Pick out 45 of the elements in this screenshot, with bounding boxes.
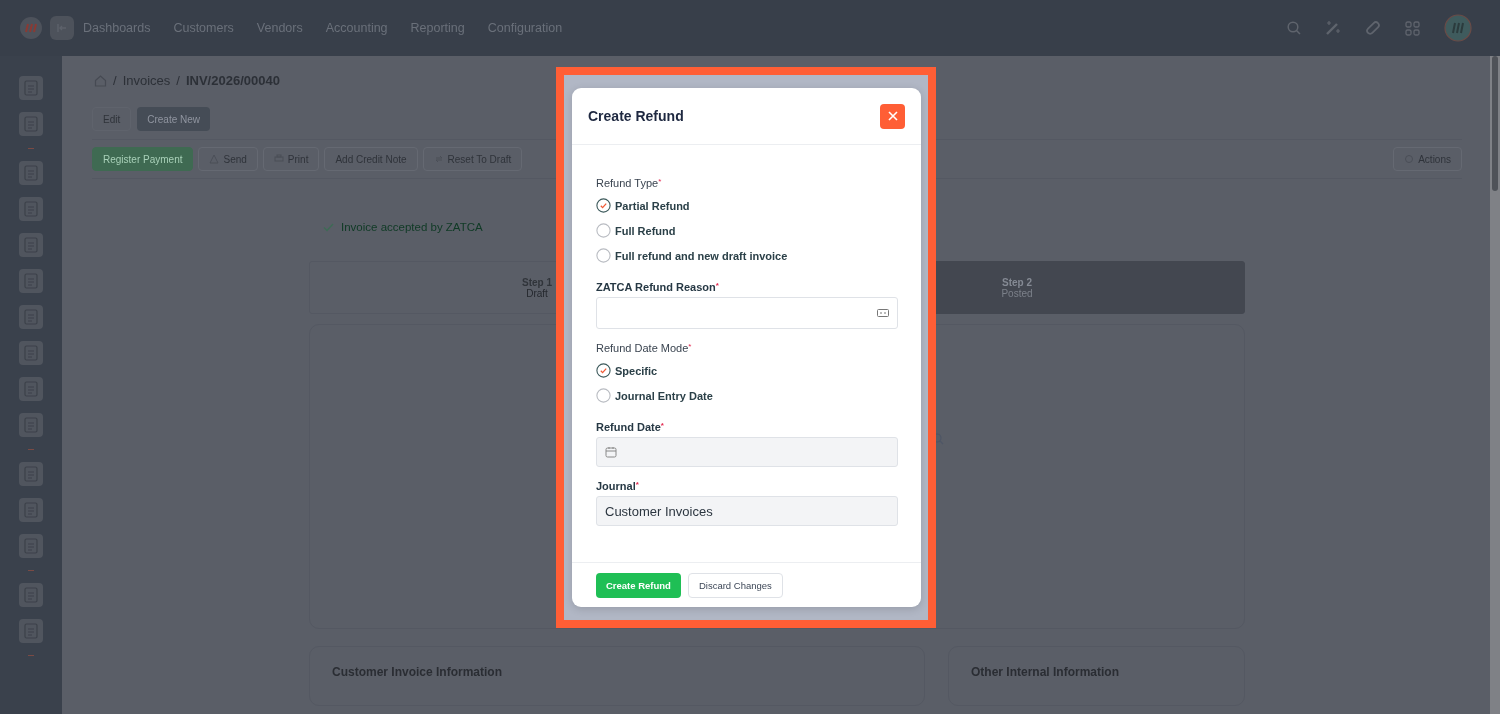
collapse-sidebar-button[interactable] bbox=[50, 16, 74, 40]
create-refund-button[interactable]: Create Refund bbox=[596, 572, 681, 598]
field-label: Journal bbox=[596, 480, 636, 492]
field-label: ZATCA Refund Reason bbox=[596, 281, 716, 293]
field-label: Refund Date bbox=[596, 421, 661, 433]
select-field[interactable] bbox=[596, 297, 898, 329]
search-icon[interactable] bbox=[1287, 21, 1301, 35]
scrollbar[interactable] bbox=[1490, 56, 1500, 714]
journal-field[interactable]: Customer Invoices bbox=[596, 496, 898, 526]
close-button[interactable] bbox=[880, 103, 905, 129]
radio-label[interactable]: Full Refund bbox=[615, 224, 676, 237]
step-status: Posted bbox=[1001, 287, 1033, 299]
breadcrumb-separator: / bbox=[176, 72, 180, 88]
radio-button[interactable] bbox=[596, 388, 611, 403]
required-mark: * bbox=[658, 177, 662, 186]
radio-label[interactable]: Journal Entry Date bbox=[615, 389, 713, 402]
dropdown-icon bbox=[877, 309, 889, 317]
status-message: Invoice accepted by ZATCA bbox=[341, 221, 483, 233]
close-icon bbox=[887, 111, 898, 121]
required-mark: * bbox=[635, 480, 639, 489]
apps-grid-icon[interactable] bbox=[1405, 20, 1420, 36]
radio-button[interactable] bbox=[596, 363, 611, 378]
check-icon bbox=[323, 222, 334, 232]
dialog-title: Create Refund bbox=[588, 108, 684, 124]
toolbar-button[interactable]: Register Payment bbox=[92, 147, 194, 171]
radio-button[interactable] bbox=[596, 223, 611, 238]
radio-label[interactable]: Full refund and new draft invoice bbox=[615, 249, 788, 262]
date-field[interactable] bbox=[596, 437, 898, 467]
radio-label[interactable]: Partial Refund bbox=[615, 199, 690, 212]
breadcrumb-separator: / bbox=[113, 72, 117, 88]
discard-button[interactable]: Discard Changes bbox=[687, 572, 783, 598]
step-title: Step 2 bbox=[1002, 276, 1032, 288]
radio-label[interactable]: Specific bbox=[615, 364, 658, 377]
calendar-icon bbox=[605, 446, 617, 458]
magic-wand-icon[interactable] bbox=[1325, 20, 1341, 36]
logo-icon[interactable] bbox=[20, 17, 42, 39]
required-mark: * bbox=[715, 281, 719, 290]
step-status: Draft bbox=[526, 287, 548, 299]
radio-button[interactable] bbox=[596, 198, 611, 213]
avatar-icon[interactable] bbox=[1444, 14, 1472, 42]
radio-button[interactable] bbox=[596, 248, 611, 263]
required-mark: * bbox=[660, 421, 664, 430]
bandage-icon[interactable] bbox=[1365, 20, 1381, 36]
required-mark: * bbox=[688, 342, 692, 351]
create-new-button[interactable]: Create New bbox=[137, 107, 211, 131]
